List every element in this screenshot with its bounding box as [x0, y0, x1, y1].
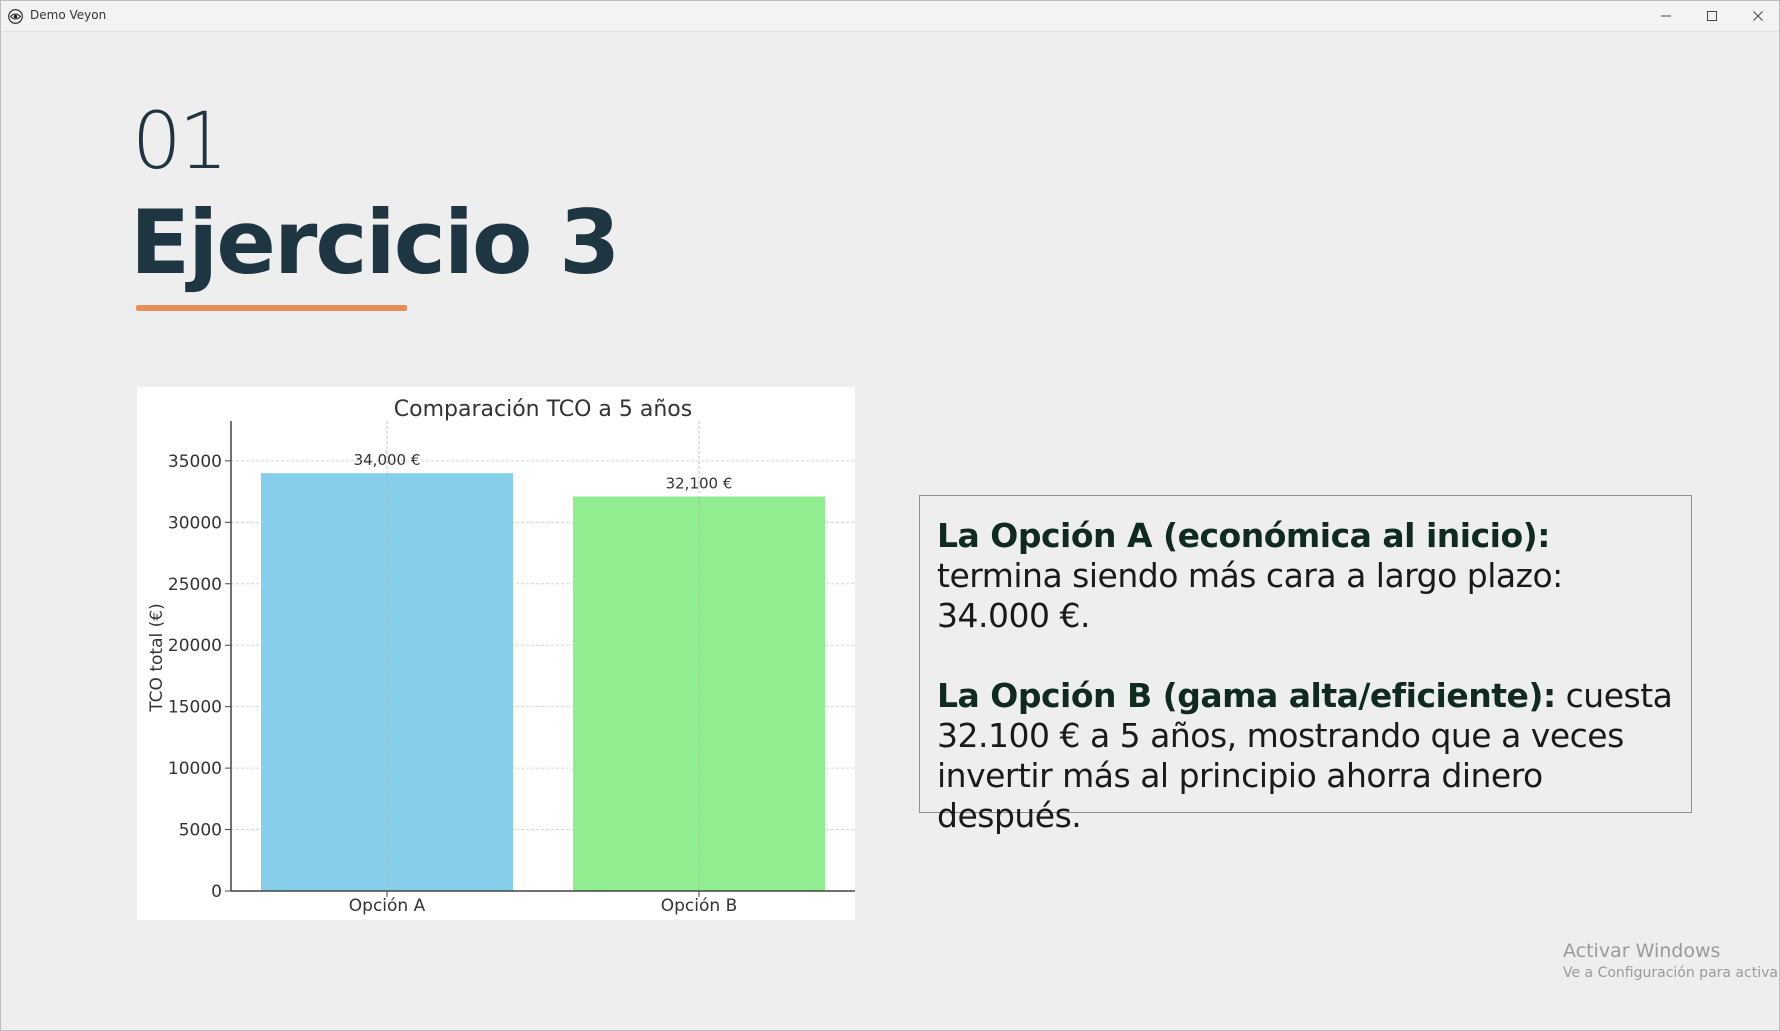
slide-number: 01	[132, 97, 228, 187]
option-a-heading: La Opción A (económica al inicio):	[937, 516, 1550, 555]
watermark-subtitle: Ve a Configuración para activar Windows.	[1563, 965, 1780, 981]
option-b-paragraph: La Opción B (gama alta/eficiente): cuest…	[937, 676, 1675, 836]
option-a-text: termina siendo más cara a largo plazo: 3…	[937, 556, 1563, 635]
explanation-box: La Opción A (económica al inicio): termi…	[919, 495, 1692, 835]
maximize-button[interactable]	[1689, 1, 1735, 31]
maximize-icon	[1706, 10, 1718, 22]
app-window: Demo Veyon 01 Ejercicio 3 Comparación TC…	[0, 0, 1780, 1031]
y-tick-label: 0	[211, 882, 222, 902]
option-a-paragraph: La Opción A (económica al inicio): termi…	[937, 516, 1675, 636]
y-axis-label: TCO total (€)	[147, 603, 167, 712]
y-tick-label: 35000	[168, 452, 222, 472]
close-icon	[1752, 10, 1764, 22]
chart-title: Comparación TCO a 5 años	[394, 397, 692, 422]
minimize-button[interactable]	[1643, 1, 1689, 31]
window-title: Demo Veyon	[30, 8, 107, 22]
veyon-eye-icon	[8, 9, 23, 24]
option-b-heading: La Opción B (gama alta/eficiente):	[937, 676, 1556, 715]
y-tick-label: 25000	[168, 575, 222, 595]
minimize-icon	[1660, 10, 1672, 22]
y-tick-label: 5000	[179, 821, 222, 841]
watermark-title: Activar Windows	[1563, 940, 1721, 962]
title-underline	[136, 305, 407, 311]
x-tick-label: Opción A	[349, 896, 426, 916]
tco-chart: Comparación TCO a 5 años 0 5000 10000 15000 2…	[137, 387, 855, 920]
slide-title: Ejercicio 3	[130, 191, 620, 294]
x-tick-label: Opción B	[661, 896, 737, 916]
chart-canvas: Comparación TCO a 5 años 0 5000 10000 15000 2…	[147, 397, 855, 916]
title-bar[interactable]: Demo Veyon	[1, 1, 1779, 32]
y-tick-label: 20000	[168, 636, 222, 656]
activate-windows-watermark: Activar Windows Ve a Configuración para …	[1563, 939, 1780, 983]
y-tick-label: 10000	[168, 759, 222, 779]
y-tick-label: 15000	[168, 698, 222, 718]
close-button[interactable]	[1735, 1, 1779, 31]
y-tick-label: 30000	[168, 513, 222, 533]
